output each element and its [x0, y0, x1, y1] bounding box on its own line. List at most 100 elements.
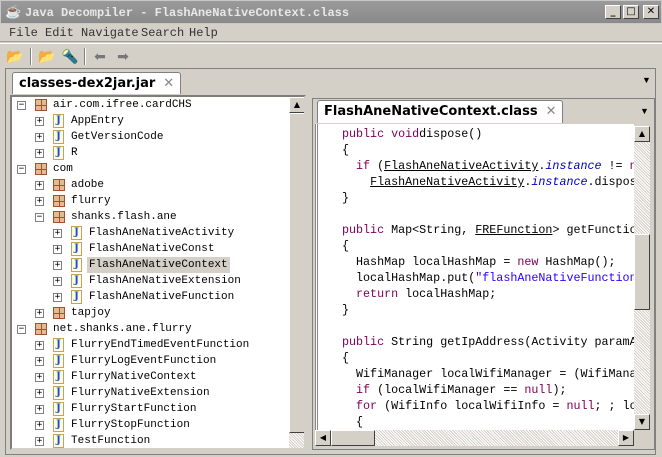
close-tab-icon[interactable]: ✕ — [163, 76, 174, 91]
scroll-thumb[interactable] — [289, 113, 304, 433]
package-icon — [35, 99, 47, 111]
scroll-thumb[interactable] — [331, 430, 375, 446]
scroll-right-icon[interactable]: ▶ — [618, 430, 634, 446]
code-type-link[interactable]: FlashAneNativeActivity — [370, 175, 524, 189]
tree-item[interactable]: − shanks.flash.ane — [12, 209, 289, 225]
tree-item[interactable]: + J FlurryStartFunction — [12, 401, 289, 417]
code-text: { — [342, 239, 350, 253]
code-type-link[interactable]: FREFunction — [475, 223, 552, 237]
collapse-icon[interactable]: − — [35, 213, 44, 222]
tab-classes-dex2jar[interactable]: classes-dex2jar.jar ✕ — [12, 72, 182, 94]
close-tab-icon[interactable]: ✕ — [546, 104, 557, 119]
menu-navigate[interactable]: Navigate — [81, 26, 139, 40]
expand-icon[interactable]: + — [35, 181, 44, 190]
tab-flashanenativecontext[interactable]: FlashAneNativeContext.class ✕ — [317, 100, 564, 123]
tree-item[interactable]: − net.shanks.ane.flurry — [12, 321, 289, 337]
code-text: { — [342, 143, 350, 157]
menu-search[interactable]: Search — [141, 26, 184, 40]
code-text: dispose() — [419, 127, 483, 141]
tree-item-label: adobe — [71, 179, 105, 191]
back-arrow-icon[interactable]: ⬅ — [90, 47, 110, 65]
tree-item-label: FlurryLogEventFunction — [71, 355, 217, 367]
expand-icon[interactable]: + — [35, 357, 44, 366]
class-file-icon: J — [53, 338, 64, 352]
tab-list-dropdown-icon[interactable]: ▼ — [640, 106, 649, 116]
package-icon — [53, 211, 65, 223]
scroll-down-icon[interactable]: ▼ — [634, 414, 650, 430]
maximize-button[interactable]: □ — [623, 5, 639, 19]
code-text: (WifiInfo localWifiInfo = — [377, 399, 567, 413]
expand-icon[interactable]: + — [35, 133, 44, 142]
search-icon[interactable]: 🔦 — [60, 47, 80, 65]
tree-item[interactable]: + J FlashAneNativeActivity — [12, 225, 289, 241]
expand-icon[interactable]: + — [53, 229, 62, 238]
expand-icon[interactable]: + — [35, 405, 44, 414]
code-field: instance — [531, 175, 588, 189]
code-string: "flashAneNativeFunction" — [475, 271, 634, 285]
expand-icon[interactable]: + — [53, 245, 62, 254]
tree-item[interactable]: + J AppEntry — [12, 113, 289, 129]
tree-item[interactable]: − com — [12, 161, 289, 177]
code-text: } — [342, 303, 350, 317]
tree-item[interactable]: + J FlashAneNativeExtension — [12, 273, 289, 289]
collapse-icon[interactable]: − — [17, 325, 26, 334]
code-text: String getIpAddress(Activity paramActivi… — [391, 335, 634, 349]
tree-item[interactable]: + J FlurryNativeExtension — [12, 385, 289, 401]
expand-icon[interactable]: + — [35, 421, 44, 430]
tree-item[interactable]: + flurry — [12, 193, 289, 209]
forward-arrow-icon[interactable]: ➡ — [113, 47, 133, 65]
tree-item[interactable]: + J FlashAneNativeContext — [12, 257, 289, 273]
scroll-left-icon[interactable]: ◀ — [315, 430, 331, 446]
tree-item-label: GetVersionCode — [71, 131, 164, 143]
expand-icon[interactable]: + — [35, 309, 44, 318]
tree-item[interactable]: + J R — [12, 145, 289, 161]
tree-item[interactable]: + J FlashAneNativeFunction — [12, 289, 289, 305]
code-horizontal-scrollbar[interactable]: ◀ ▶ — [315, 430, 634, 446]
open-type-icon[interactable]: 📂 — [37, 47, 57, 65]
package-icon — [53, 307, 65, 319]
tree-item[interactable]: + J FlashAneNativeConst — [12, 241, 289, 257]
expand-icon[interactable]: + — [35, 197, 44, 206]
package-tree[interactable]: − air.com.ifree.cardCHS + J AppEntry + J GetVer… — [10, 95, 306, 450]
expand-icon[interactable]: + — [53, 293, 62, 302]
menu-help[interactable]: Help — [189, 26, 218, 40]
tree-item[interactable]: + J FlurryStopFunction — [12, 417, 289, 433]
tree-item[interactable]: + J TestFunction — [12, 433, 289, 448]
tree-item[interactable]: − air.com.ifree.cardCHS — [12, 97, 289, 113]
tree-item[interactable]: + adobe — [12, 177, 289, 193]
code-line: { — [342, 350, 349, 366]
tree-vertical-scrollbar[interactable]: ▲ — [289, 97, 304, 448]
tab-list-dropdown-icon[interactable]: ▼ — [642, 75, 651, 85]
close-button[interactable]: ✕ — [643, 5, 659, 19]
collapse-icon[interactable]: − — [17, 101, 26, 110]
code-type-link[interactable]: FlashAneNativeActivity — [384, 159, 538, 173]
scroll-up-icon[interactable]: ▲ — [289, 97, 304, 113]
tree-item[interactable]: + J FlurryNativeContext — [12, 369, 289, 385]
menu-edit[interactable]: Edit — [45, 26, 74, 40]
source-code-view[interactable]: public voiddispose(){ if (FlashAneNative… — [315, 124, 634, 430]
expand-icon[interactable]: + — [35, 437, 44, 446]
code-text: ; ; localWifiInfo — [594, 399, 634, 413]
expand-icon[interactable]: + — [35, 341, 44, 350]
tree-item[interactable]: + J FlurryEndTimedEventFunction — [12, 337, 289, 353]
open-file-icon[interactable]: 📂 — [5, 47, 25, 65]
scroll-up-icon[interactable]: ▲ — [634, 126, 650, 142]
expand-icon[interactable]: + — [35, 373, 44, 382]
collapse-icon[interactable]: − — [17, 165, 26, 174]
expand-icon[interactable]: + — [35, 117, 44, 126]
expand-icon[interactable]: + — [53, 261, 62, 270]
code-vertical-scrollbar[interactable]: ▲ ▼ — [634, 126, 650, 430]
menu-file[interactable]: File — [9, 26, 38, 40]
tree-item[interactable]: + tapjoy — [12, 305, 289, 321]
scroll-thumb[interactable] — [634, 234, 650, 310]
expand-icon[interactable]: + — [53, 277, 62, 286]
expand-icon[interactable]: + — [35, 149, 44, 158]
tree-item-label: shanks.flash.ane — [71, 211, 177, 223]
tree-item[interactable]: + J FlurryLogEventFunction — [12, 353, 289, 369]
code-line: WifiManager localWifiManager = (WifiMana… — [342, 366, 634, 382]
tree-item[interactable]: + J GetVersionCode — [12, 129, 289, 145]
minimize-button[interactable]: _ — [605, 5, 621, 19]
expand-icon[interactable]: + — [35, 389, 44, 398]
